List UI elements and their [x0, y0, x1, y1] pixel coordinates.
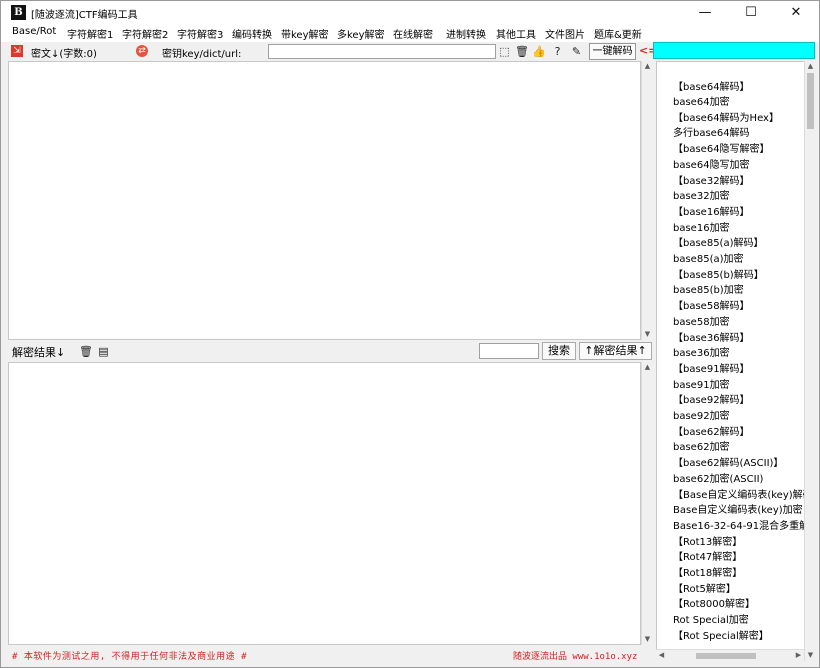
list-item[interactable]: 【base64解码为Hex】 — [673, 111, 779, 126]
result-scrollbar[interactable]: ▲ ▼ — [641, 362, 652, 645]
list-hscroll-thumb[interactable] — [696, 653, 756, 659]
menu-base-convert[interactable]: 进制转换 — [446, 26, 486, 41]
list-item[interactable]: 【base91解码】 — [673, 362, 750, 377]
list-item[interactable]: 【Rot13解密】 — [673, 535, 742, 550]
close-button[interactable]: ✕ — [773, 1, 819, 24]
list-item[interactable]: Base自定义编码表(key)加密 — [673, 503, 803, 518]
menu-encoding-convert[interactable]: 编码转换 — [232, 26, 272, 41]
list-item[interactable]: base36加密 — [673, 346, 730, 361]
list-item[interactable]: base16加密 — [673, 221, 730, 236]
clear-result-icon[interactable]: 🗑 — [79, 345, 93, 358]
list-item[interactable]: 多行base64解码 — [673, 126, 750, 141]
list-item[interactable]: 【Rot18解密】 — [673, 566, 742, 581]
list-item[interactable]: 【base32解码】 — [673, 174, 750, 189]
thumbs-up-icon[interactable]: 👍 — [532, 45, 546, 58]
method-list[interactable]: 【base64解码】 base64加密 【base64解码为Hex】 多行bas… — [656, 61, 815, 661]
list-item[interactable]: base62加密 — [673, 440, 730, 455]
list-item[interactable]: 【Rot8000解密】 — [673, 597, 755, 612]
copy-result-icon[interactable]: ▤ — [97, 345, 110, 358]
result-label: 解密结果↓ — [12, 346, 66, 359]
list-scroll-thumb[interactable] — [807, 73, 814, 129]
list-item[interactable]: 【Base自定义编码表(key)解码 — [673, 488, 813, 503]
list-item[interactable]: 【base58解码】 — [673, 299, 750, 314]
menu-bar: Base/Rot 字符解密1 字符解密2 字符解密3 编码转换 带key解密 多… — [1, 24, 819, 42]
list-item[interactable]: base64加密 — [673, 95, 730, 110]
result-text-area[interactable] — [8, 362, 641, 645]
scroll-left-icon[interactable]: ◀ — [656, 650, 667, 661]
menu-multi-key-decrypt[interactable]: 多key解密 — [337, 26, 385, 41]
key-label: 密钥key/dict/url: — [162, 49, 242, 60]
menu-char-decrypt-3[interactable]: 字符解密3 — [177, 26, 223, 41]
menu-char-decrypt-1[interactable]: 字符解密1 — [67, 26, 113, 41]
search-button[interactable]: 搜索 — [542, 342, 576, 360]
minimize-button[interactable]: — — [682, 1, 728, 24]
list-item[interactable]: Rot Special加密 — [673, 613, 749, 628]
list-item[interactable]: 【base85(a)解码】 — [673, 236, 764, 251]
list-item[interactable]: 【Rot Special解密】 — [673, 629, 769, 644]
menu-char-decrypt-2[interactable]: 字符解密2 — [122, 26, 168, 41]
swap-icon[interactable]: ⇄ — [136, 45, 148, 57]
list-item[interactable]: 【Rot5解密】 — [673, 582, 736, 597]
list-item[interactable]: base92加密 — [673, 409, 730, 424]
trash-icon[interactable]: 🗑 — [515, 45, 529, 58]
scroll-down-icon[interactable]: ▼ — [642, 634, 653, 645]
result-bar: 解密结果↓ 🗑 ▤ 搜索 ↑解密结果↑ — [1, 341, 653, 361]
cipher-text-area[interactable] — [8, 61, 641, 340]
disclaimer-text: # 本软件为测试之用, 不得用于任何非法及商业用途 # — [12, 652, 248, 662]
key-input[interactable] — [268, 44, 496, 59]
pointer-icon[interactable]: ⬚ — [498, 45, 511, 58]
decode-all-button[interactable]: 一键解码 — [589, 43, 636, 60]
menu-online-decrypt[interactable]: 在线解密 — [393, 26, 433, 41]
list-scrollbar[interactable]: ▲ ▼ — [804, 61, 815, 661]
list-item[interactable]: 【base36解码】 — [673, 331, 750, 346]
menu-question-bank-update[interactable]: 题库&更新 — [594, 26, 642, 41]
scroll-right-icon[interactable]: ▶ — [793, 650, 804, 661]
scroll-up-icon[interactable]: ▲ — [642, 61, 653, 72]
list-item[interactable]: 【Rot47解密】 — [673, 550, 742, 565]
cipher-label: 密文↓(字数:0) — [31, 49, 97, 60]
app-logo-icon: B — [11, 5, 26, 20]
export-icon[interactable]: ⇲ — [11, 45, 23, 57]
list-item[interactable]: 【base85(b)解码】 — [673, 268, 764, 283]
edit-icon[interactable]: ✎ — [570, 45, 583, 58]
cipher-scrollbar[interactable]: ▲ ▼ — [641, 61, 652, 340]
list-item[interactable]: base85(a)加密 — [673, 252, 744, 267]
scroll-up-icon[interactable]: ▲ — [805, 61, 816, 72]
credit-text: 随波逐流出品 www.1o1o.xyz — [513, 652, 638, 662]
menu-key-decrypt[interactable]: 带key解密 — [281, 26, 329, 41]
menu-file-image[interactable]: 文件图片 — [545, 26, 585, 41]
menu-other-tools[interactable]: 其他工具 — [496, 26, 536, 41]
move-result-up-button[interactable]: ↑解密结果↑ — [579, 342, 652, 360]
list-item[interactable]: 【base92解码】 — [673, 393, 750, 408]
list-item[interactable]: base58加密 — [673, 315, 730, 330]
scroll-down-icon[interactable]: ▼ — [642, 329, 653, 340]
list-item[interactable]: 【base16解码】 — [673, 205, 750, 220]
list-item[interactable]: base62加密(ASCII) — [673, 472, 763, 487]
search-input[interactable] — [479, 343, 539, 359]
list-item[interactable]: 【base64解码】 — [673, 80, 750, 95]
app-window: B [随波逐流]CTF编码工具 — ☐ ✕ Base/Rot 字符解密1 字符解… — [0, 0, 820, 668]
help-icon[interactable]: ? — [551, 45, 564, 58]
scroll-down-icon[interactable]: ▼ — [805, 650, 816, 661]
method-field[interactable] — [653, 42, 815, 59]
list-item[interactable]: 【base62解码(ASCII)】 — [673, 456, 783, 471]
list-item[interactable]: 【base64隐写解密】 — [673, 142, 770, 157]
maximize-button[interactable]: ☐ — [728, 1, 774, 24]
list-item[interactable]: 【base62解码】 — [673, 425, 750, 440]
title-bar: B [随波逐流]CTF编码工具 — ☐ ✕ — [1, 1, 819, 24]
list-item[interactable]: base85(b)加密 — [673, 283, 744, 298]
list-item[interactable]: Base16-32-64-91混合多重解 — [673, 519, 809, 534]
list-item[interactable]: base64隐写加密 — [673, 158, 750, 173]
window-title: [随波逐流]CTF编码工具 — [31, 10, 138, 21]
list-item[interactable]: base91加密 — [673, 378, 730, 393]
toolbar: ⇲ 密文↓(字数:0) ⇄ 密钥key/dict/url: ⬚ 🗑 👍 ? ✎ … — [1, 42, 657, 61]
list-horizontal-scrollbar[interactable]: ◀ ▶ — [656, 649, 804, 661]
status-bar: # 本软件为测试之用, 不得用于任何非法及商业用途 # 随波逐流出品 www.1… — [1, 646, 653, 663]
list-item[interactable]: base32加密 — [673, 189, 730, 204]
menu-base-rot[interactable]: Base/Rot — [12, 26, 56, 37]
scroll-up-icon[interactable]: ▲ — [642, 362, 653, 373]
